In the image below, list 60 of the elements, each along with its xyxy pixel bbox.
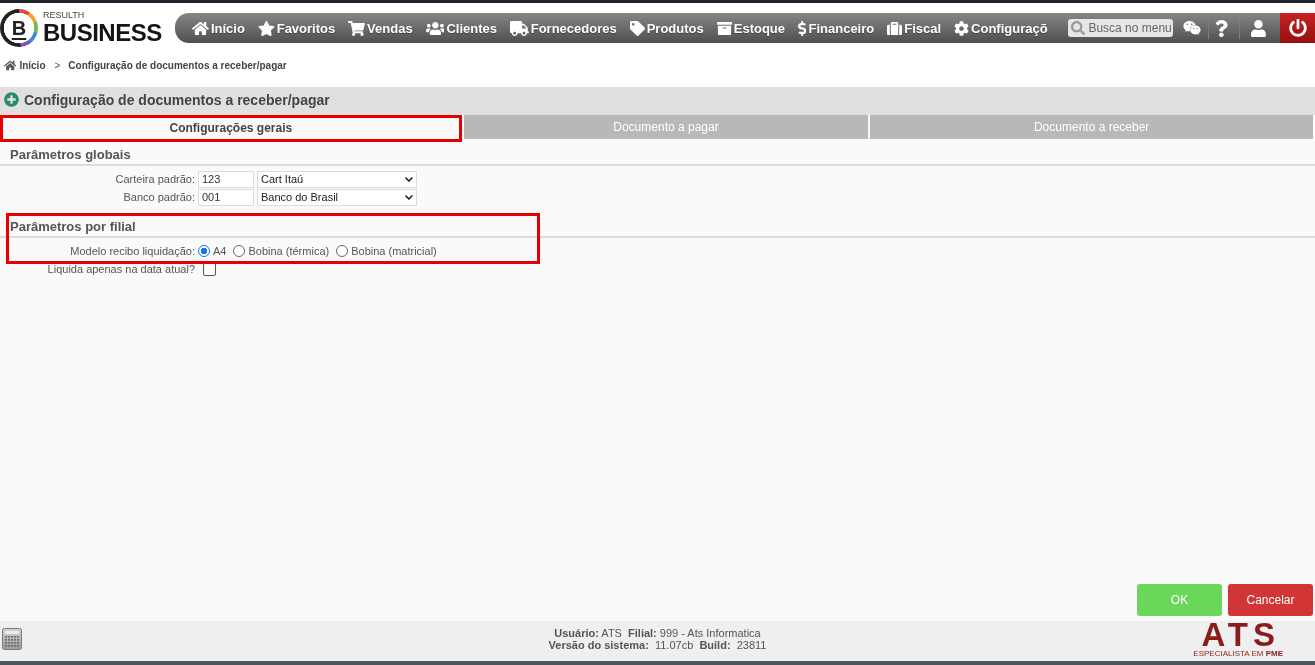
logo-tagline: RESULTH	[43, 11, 86, 20]
code-input[interactable]: 001	[198, 188, 254, 206]
dollar-icon	[798, 20, 807, 36]
search-field[interactable]: Busca no menu	[1068, 19, 1174, 37]
search-icon	[1071, 21, 1086, 35]
archive-box-icon	[716, 20, 732, 36]
cancel-button[interactable]: Cancelar	[1228, 584, 1313, 616]
code-input[interactable]: 123	[198, 170, 254, 188]
help-icon[interactable]	[1215, 19, 1229, 37]
chevron-down-icon	[405, 174, 413, 184]
user-icon[interactable]	[1251, 19, 1266, 37]
power-button[interactable]	[1280, 13, 1315, 43]
menu-item[interactable]: Financeiro	[798, 20, 875, 36]
menu-item[interactable]: Clientes	[425, 20, 497, 36]
star-icon	[257, 20, 275, 36]
page-title: Configuração de documentos a receber/pagar	[24, 91, 330, 109]
section-title: Parâmetros globais	[0, 144, 1315, 166]
cart-icon	[348, 20, 366, 36]
calculator-icon[interactable]	[2, 628, 22, 650]
logo-name: BUSINESS	[43, 21, 162, 45]
option-label: Bobina (térmica)	[248, 245, 330, 257]
menu-item[interactable]: Vendas	[348, 20, 413, 36]
field-label: Liquida apenas na data atual?	[46, 262, 195, 276]
status-text: Versão do sistema: 11.07cb Build: 23811	[548, 639, 767, 651]
tab[interactable]: Configurações gerais	[0, 115, 462, 142]
menu-item[interactable]: Estoque	[716, 20, 786, 36]
truck-icon	[509, 20, 529, 36]
field-label: Banco padrão:	[122, 190, 195, 204]
field-label: Carteira padrão:	[114, 172, 195, 186]
chevron-down-icon	[405, 192, 413, 202]
users-icon	[425, 20, 445, 36]
select-field[interactable]: Cart Itaú	[257, 170, 417, 188]
radio-button[interactable]	[233, 245, 246, 257]
menu-item[interactable]: Configuraçõ	[954, 20, 1048, 36]
option-label: Bobina (matricial)	[351, 245, 437, 257]
chat-bubbles-icon[interactable]	[1183, 20, 1202, 36]
briefcase-icon	[887, 20, 903, 36]
menu-item[interactable]: Início	[192, 20, 245, 36]
section-title: Parâmetros por filial	[0, 216, 1315, 238]
radio-button[interactable]	[336, 245, 349, 257]
brand-tagline: ESPECIALISTA EM PME	[1193, 649, 1283, 659]
breadcrumb-link[interactable]: Início	[19, 59, 46, 73]
home-icon	[4, 60, 17, 71]
home-icon	[192, 20, 209, 36]
logo-mark: B	[0, 9, 38, 47]
power-icon	[1288, 19, 1307, 37]
field-label: Modelo recibo liquidação:	[69, 244, 195, 258]
breadcrumb-current: Configuração de documentos a receber/pagar	[68, 59, 287, 73]
menu-item[interactable]: Fiscal	[887, 20, 942, 36]
select-field[interactable]: Banco do Brasil	[257, 188, 417, 206]
breadcrumb-separator: >	[54, 59, 61, 73]
brand-logo: ATS	[1201, 621, 1280, 649]
tag-icon	[629, 20, 645, 36]
menu-item[interactable]: Produtos	[629, 20, 704, 36]
settings-icon	[954, 20, 970, 36]
option-label: A4	[213, 245, 227, 257]
menu-item[interactable]: Fornecedores	[509, 20, 617, 36]
status-text: Usuário: ATS Filial: 999 - Ats Informatica	[554, 627, 761, 639]
menu-item[interactable]: Favoritos	[257, 20, 336, 36]
radio-button[interactable]	[198, 245, 210, 257]
